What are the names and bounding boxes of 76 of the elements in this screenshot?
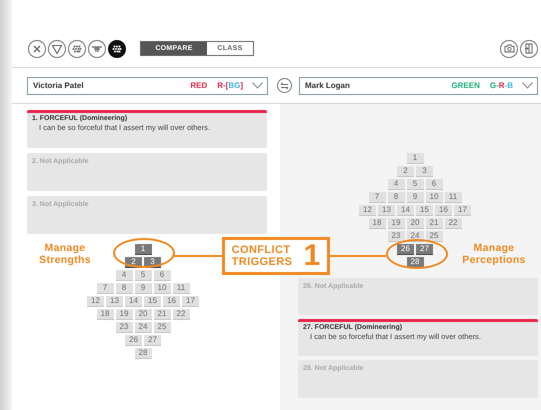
pyramid-cell[interactable]: 4 [116, 270, 132, 281]
highlight-ellipse [386, 239, 448, 269]
person-name: Mark Logan [305, 81, 351, 90]
person-select[interactable]: Mark Logan GREEN G-R-B [299, 76, 538, 94]
color-type: GREEN [451, 81, 480, 90]
pyramid-cell[interactable]: 21 [154, 309, 170, 320]
pyramid-cell[interactable]: 23 [116, 322, 132, 333]
highlight-ellipse [113, 238, 175, 268]
pyramid-cell[interactable]: 23 [388, 231, 404, 242]
pyramid-cell[interactable]: 7 [96, 283, 114, 294]
pyramid-cell[interactable]: 5 [406, 179, 424, 190]
pyramid-cell[interactable]: 10 [154, 283, 170, 294]
pyramid-cell[interactable]: 27 [416, 244, 433, 255]
pyramid-cell[interactable]: 2 [397, 166, 414, 177]
pyramid-cell[interactable]: 15 [416, 205, 433, 216]
pyramid-cell[interactable]: 19 [388, 218, 404, 229]
pyramid-cell[interactable]: 11 [444, 192, 462, 203]
pyramid-cell[interactable]: 20 [134, 309, 152, 320]
pyramid-cell[interactable]: 9 [134, 283, 152, 294]
pyramid-cell[interactable]: 17 [182, 296, 199, 307]
pyramid-cell[interactable]: 19 [116, 309, 132, 320]
pyramid-cell[interactable]: 12 [87, 296, 104, 307]
pyramid-cell[interactable]: 1 [134, 244, 152, 255]
pyramid-cell[interactable]: 3 [416, 166, 433, 177]
pyramid-cell[interactable]: 14 [397, 205, 414, 216]
manage-perceptions-label: Manage Perceptions [461, 242, 527, 266]
camera-button[interactable] [500, 40, 518, 58]
camera-icon [504, 44, 514, 53]
pyramid-cell[interactable]: 21 [426, 218, 442, 229]
swap-button[interactable] [277, 78, 292, 93]
trigger-count: 1 [304, 241, 320, 271]
manage-strengths-label: Manage Strengths [38, 242, 92, 266]
pyramid-cell[interactable]: 14 [125, 296, 142, 307]
person-name: Victoria Patel [33, 81, 85, 90]
pyramid-cell[interactable]: 22 [444, 218, 462, 229]
pyramid-cell[interactable]: 28 [406, 257, 424, 268]
exit-door-icon [524, 43, 534, 54]
pyramid-cell[interactable]: 6 [426, 179, 442, 190]
callout-label: CONFLICT TRIGGERS [232, 244, 294, 268]
pyramid-cell[interactable]: 16 [435, 205, 452, 216]
pyramid-cell[interactable]: 15 [144, 296, 161, 307]
color-type: RED [190, 81, 208, 90]
pyramid-cell[interactable]: 5 [134, 270, 152, 281]
pyramid-cell[interactable]: 16 [163, 296, 180, 307]
pyramid-cell[interactable]: 26 [125, 335, 142, 346]
pyramid-cell[interactable]: 13 [378, 205, 395, 216]
pyramid-cell[interactable]: 13 [106, 296, 123, 307]
pyramid-cell[interactable]: 20 [406, 218, 424, 229]
pyramid-cell[interactable]: 17 [454, 205, 471, 216]
color-code: G-R-B [490, 81, 513, 90]
pyramid-cell[interactable]: 27 [144, 335, 161, 346]
pyramid-cell[interactable]: 1 [406, 153, 424, 164]
pyramid-cell[interactable]: 26 [397, 244, 414, 255]
pyramid-cell[interactable]: 4 [388, 179, 404, 190]
pyramid-cell[interactable]: 6 [154, 270, 170, 281]
pyramid-cell[interactable]: 24 [134, 322, 152, 333]
pyramid-cell[interactable]: 7 [368, 192, 386, 203]
pyramid-cell[interactable]: 8 [388, 192, 404, 203]
pyramid-cell[interactable]: 8 [116, 283, 132, 294]
chevron-down-icon [252, 82, 263, 89]
pyramid-cell[interactable]: 25 [426, 231, 442, 242]
person-select[interactable]: Victoria Patel RED R-[BG] [27, 76, 268, 94]
pyramid-cell[interactable]: 18 [368, 218, 386, 229]
exit-button[interactable] [520, 40, 538, 58]
color-code: R-[BG] [217, 81, 243, 90]
pyramid-cell[interactable]: 18 [96, 309, 114, 320]
pyramid-cell[interactable]: 28 [134, 348, 152, 359]
pyramid-cell[interactable]: 11 [172, 283, 190, 294]
pyramid-cell[interactable]: 25 [154, 322, 170, 333]
chevron-down-icon [522, 82, 533, 89]
filter-button[interactable] [108, 40, 126, 58]
pyramid-cell[interactable]: 12 [359, 205, 376, 216]
swap-icon [280, 82, 289, 90]
pyramid-cell[interactable]: 10 [426, 192, 442, 203]
pyramid-cell[interactable]: 22 [172, 309, 190, 320]
pyramid-cell[interactable]: 9 [406, 192, 424, 203]
